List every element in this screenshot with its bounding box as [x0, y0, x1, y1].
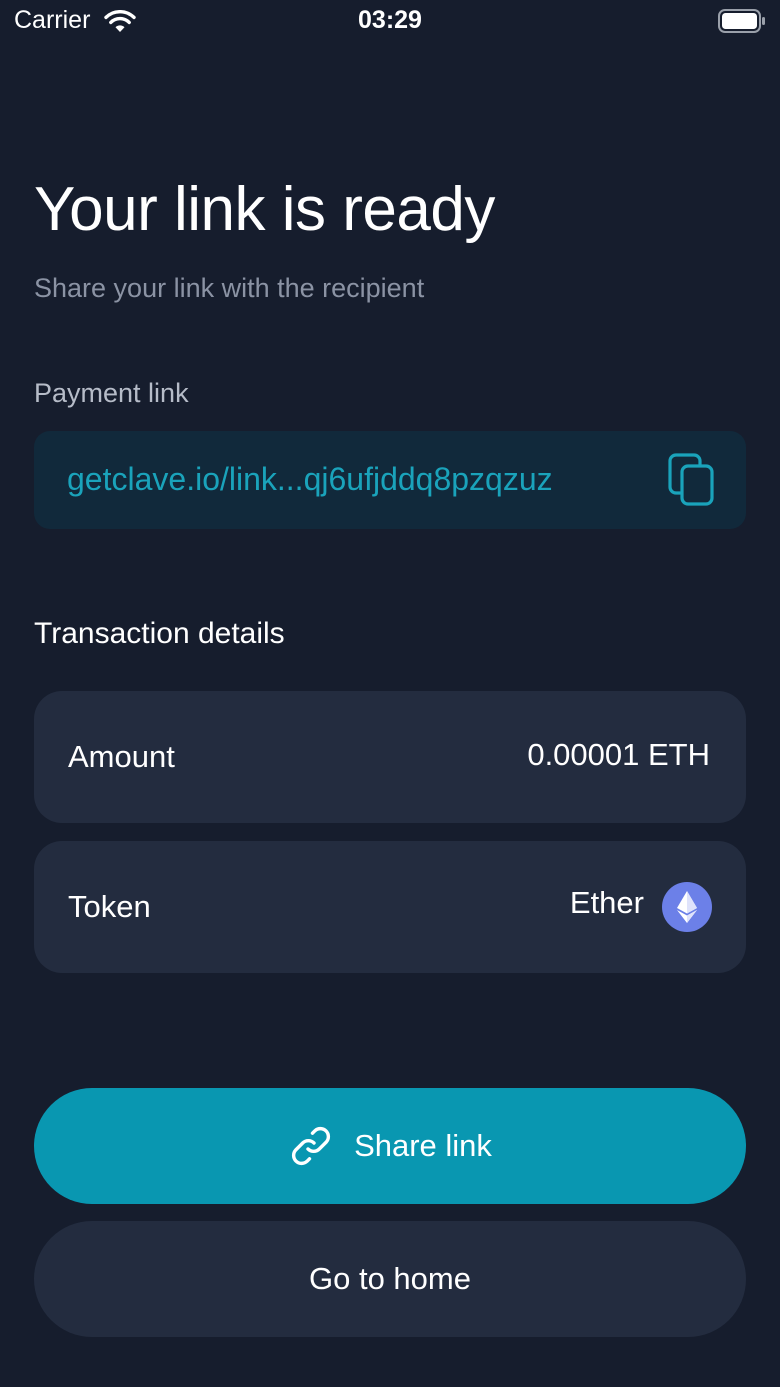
battery-icon [718, 9, 765, 33]
amount-label: Amount [68, 739, 175, 774]
payment-link-value[interactable]: getclave.io/link...qj6ufjddq8pzqzuz [67, 461, 553, 498]
go-to-home-button[interactable]: Go to home [34, 1221, 746, 1337]
payment-link-field[interactable]: getclave.io/link...qj6ufjddq8pzqzuz [34, 431, 746, 529]
copy-icon[interactable] [668, 453, 716, 507]
link-icon [292, 1126, 331, 1166]
go-to-home-label: Go to home [309, 1261, 471, 1296]
token-row: Token Ether [34, 841, 746, 973]
share-link-button[interactable]: Share link [34, 1088, 746, 1204]
status-time: 03:29 [358, 6, 422, 34]
page-title: Your link is ready [34, 175, 495, 244]
page-subtitle: Share your link with the recipient [34, 273, 425, 303]
token-value: Ether [569, 885, 644, 920]
amount-value: 0.00001 ETH [527, 737, 710, 772]
payment-link-label: Payment link [34, 378, 189, 408]
ethereum-icon [662, 882, 712, 932]
token-label: Token [68, 889, 151, 924]
amount-row: Amount 0.00001 ETH [34, 691, 746, 823]
share-link-label: Share link [354, 1128, 492, 1163]
transaction-details-label: Transaction details [34, 617, 285, 650]
status-bar: Carrier 03:29 [0, 0, 780, 44]
